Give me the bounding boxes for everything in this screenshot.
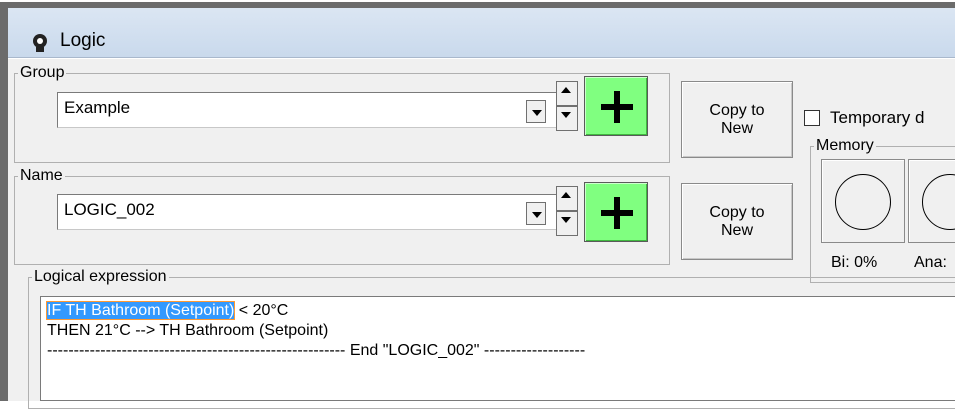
window-title: Logic bbox=[60, 30, 106, 51]
group-spin-up[interactable] bbox=[556, 81, 578, 106]
add-name-button[interactable] bbox=[584, 182, 648, 242]
expression-line-1-rest: < 20°C bbox=[234, 302, 289, 319]
logic-app-icon bbox=[33, 34, 47, 52]
group-label: Group bbox=[20, 64, 65, 81]
group-select[interactable]: Example bbox=[57, 92, 559, 128]
title-bar[interactable]: Logic bbox=[8, 8, 955, 58]
name-spin-up[interactable] bbox=[556, 186, 578, 211]
group-spin-down[interactable] bbox=[556, 106, 578, 131]
name-dropdown-button[interactable] bbox=[526, 202, 546, 225]
name-select[interactable]: LOGIC_002 bbox=[57, 194, 559, 230]
window-border-left bbox=[0, 2, 8, 401]
expression-line-2: THEN 21°C --> TH Bathroom (Setpoint) bbox=[47, 322, 329, 339]
memory-label: Memory bbox=[816, 137, 874, 154]
analog-memory-gauge bbox=[908, 159, 955, 243]
add-group-button[interactable] bbox=[584, 76, 648, 136]
name-select-value: LOGIC_002 bbox=[64, 200, 155, 219]
chevron-down-icon bbox=[532, 212, 542, 218]
expression-line-3: ----------------------------------------… bbox=[47, 342, 586, 359]
logical-expression-label: Logical expression bbox=[34, 268, 167, 285]
selected-text: IF TH Bathroom (Setpoint) bbox=[45, 301, 236, 320]
arrow-up-icon bbox=[561, 87, 571, 93]
client-area: Group Example Copy to New Temporary d Me… bbox=[8, 59, 955, 409]
chevron-down-icon bbox=[532, 110, 542, 116]
binary-memory-circle bbox=[835, 174, 891, 230]
analog-memory-circle bbox=[922, 174, 955, 230]
plus-icon-vertical bbox=[614, 197, 620, 229]
name-copy-to-new-button[interactable]: Copy to New bbox=[681, 183, 793, 260]
temporary-checkbox[interactable] bbox=[804, 110, 820, 126]
arrow-down-icon bbox=[561, 112, 571, 118]
logic-window: Logic Group Example Copy to New Temporar… bbox=[0, 0, 955, 409]
group-copy-to-new-button[interactable]: Copy to New bbox=[681, 81, 793, 158]
name-spin-down[interactable] bbox=[556, 211, 578, 236]
group-select-value: Example bbox=[64, 98, 131, 117]
temporary-label: Temporary d bbox=[830, 108, 925, 127]
arrow-down-icon bbox=[561, 217, 571, 223]
binary-memory-gauge bbox=[821, 159, 905, 243]
group-dropdown-button[interactable] bbox=[526, 100, 546, 123]
arrow-up-icon bbox=[561, 192, 571, 198]
expression-line-1: IF TH Bathroom (Setpoint) < 20°C bbox=[45, 301, 289, 320]
logical-expression-editor[interactable]: IF TH Bathroom (Setpoint) < 20°C THEN 21… bbox=[40, 296, 955, 401]
plus-icon-vertical bbox=[614, 91, 620, 123]
name-label: Name bbox=[20, 167, 63, 184]
